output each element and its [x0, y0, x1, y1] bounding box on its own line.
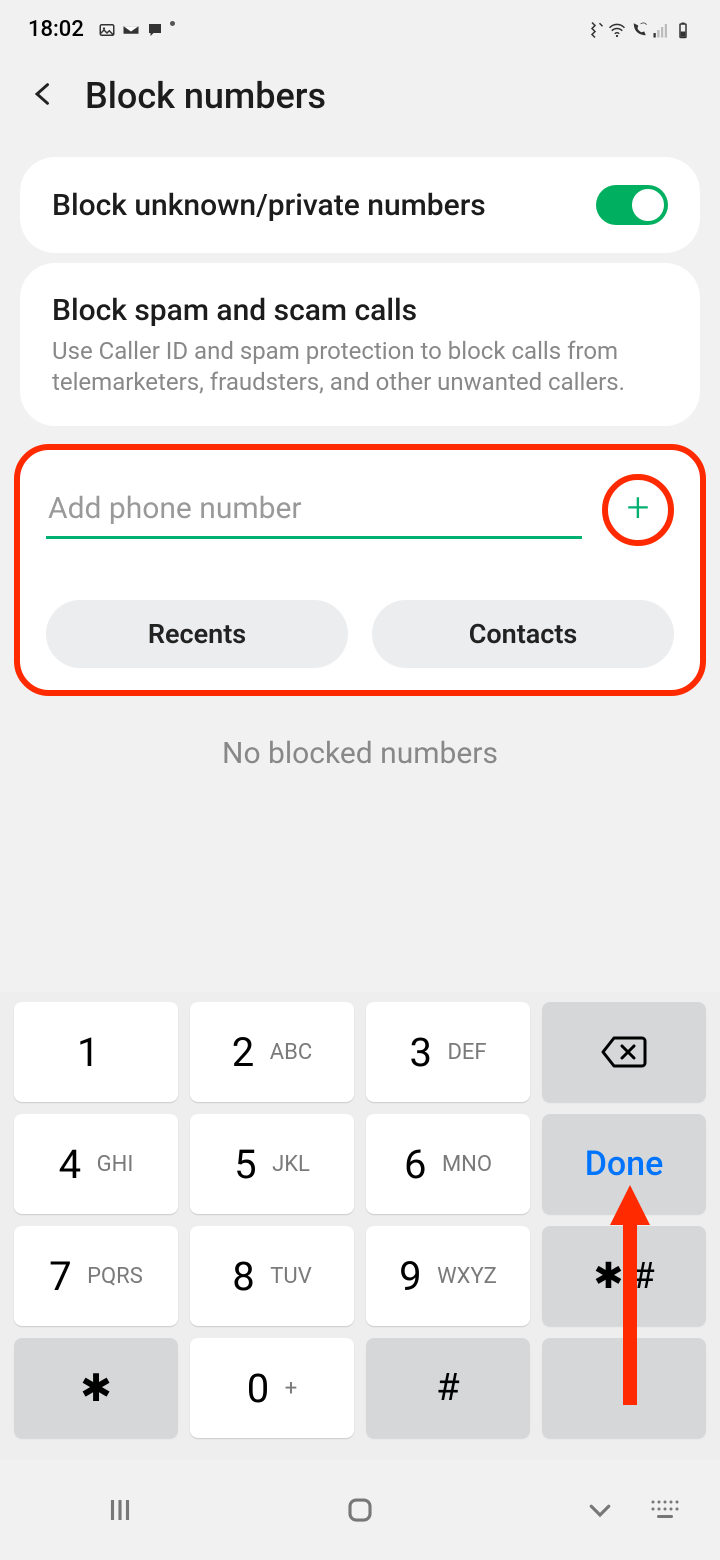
key-0[interactable]: 0+	[190, 1338, 354, 1438]
voicemail-icon	[122, 21, 140, 39]
message-icon	[146, 21, 164, 39]
key-2[interactable]: 2ABC	[190, 1002, 354, 1102]
collapse-keyboard-button[interactable]	[580, 1490, 620, 1530]
block-spam-card[interactable]: Block spam and scam calls Use Caller ID …	[20, 263, 700, 426]
key-backspace[interactable]	[542, 1002, 706, 1102]
keypad: 1 2ABC 3DEF 4GHI 5JKL 6MNO Done 7PQRS 8T…	[0, 992, 720, 1460]
add-number-card: + Recents Contacts	[14, 444, 706, 696]
block-unknown-card[interactable]: Block unknown/private numbers	[20, 157, 700, 253]
more-icon	[170, 21, 175, 26]
block-spam-sub: Use Caller ID and spam protection to blo…	[52, 336, 668, 398]
page-title: Block numbers	[85, 75, 326, 117]
back-button[interactable]	[30, 75, 60, 117]
phone-number-input[interactable]	[46, 485, 582, 539]
wifi-icon	[608, 21, 626, 39]
recents-button[interactable]: Recents	[46, 600, 348, 668]
block-unknown-label: Block unknown/private numbers	[52, 186, 486, 225]
add-number-button[interactable]: +	[602, 474, 674, 546]
key-1[interactable]: 1	[14, 1002, 178, 1102]
signal-icon	[652, 21, 670, 39]
contacts-button[interactable]: Contacts	[372, 600, 674, 668]
status-time: 18:02	[28, 17, 84, 42]
key-3[interactable]: 3DEF	[366, 1002, 530, 1102]
status-bar: 18:02	[0, 0, 720, 55]
key-9[interactable]: 9WXYZ	[366, 1226, 530, 1326]
keyboard-icon[interactable]	[645, 1490, 685, 1530]
recents-nav-button[interactable]	[100, 1490, 140, 1530]
plus-icon: +	[627, 488, 650, 528]
key-5[interactable]: 5JKL	[190, 1114, 354, 1214]
key-done[interactable]: Done	[542, 1114, 706, 1214]
battery-icon	[674, 21, 692, 39]
key-4[interactable]: 4GHI	[14, 1114, 178, 1214]
vibrate-icon	[586, 21, 604, 39]
home-nav-button[interactable]	[340, 1490, 380, 1530]
backspace-icon	[600, 1035, 648, 1069]
star-hash-icon: ✱ #	[593, 1255, 654, 1297]
header: Block numbers	[0, 55, 720, 147]
key-7[interactable]: 7PQRS	[14, 1226, 178, 1326]
key-6[interactable]: 6MNO	[366, 1114, 530, 1214]
key-hash[interactable]: #	[366, 1338, 530, 1438]
key-8[interactable]: 8TUV	[190, 1226, 354, 1326]
image-icon	[98, 21, 116, 39]
nav-bar	[0, 1460, 720, 1560]
key-empty	[542, 1338, 706, 1438]
key-star[interactable]: ✱	[14, 1338, 178, 1438]
block-unknown-toggle[interactable]	[596, 185, 668, 225]
key-symbols[interactable]: ✱ #	[542, 1226, 706, 1326]
block-spam-label: Block spam and scam calls	[52, 291, 668, 330]
empty-message: No blocked numbers	[0, 736, 720, 771]
wifi-calling-icon	[630, 21, 648, 39]
